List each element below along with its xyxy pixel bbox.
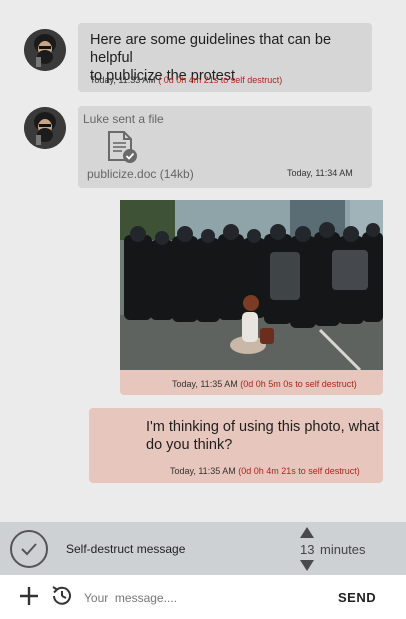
document-check-icon[interactable] [106,130,138,164]
file-message-bubble[interactable]: Luke sent a file publicize.doc (14kb) To… [78,106,372,188]
decrement-arrow-icon[interactable] [300,560,314,571]
destruct-countdown: ( 0d 0h 4m 21s to self destruct) [158,75,283,85]
timestamp: Today, 11:33 AM [90,75,156,85]
sender-line: Luke sent a file [83,112,164,126]
chat-thread: Here are some guidelines that can be hel… [0,0,406,522]
message-bubble-outgoing[interactable]: I'm thinking of using this photo, what d… [89,408,383,483]
timestamp: Today, 11:35 AM [170,466,236,476]
message-meta: Today, 11:33 AM ( 0d 0h 4m 21s to self d… [90,75,282,85]
file-name[interactable]: publicize.doc (14kb) [87,167,194,181]
destruct-countdown: (0d 0h 5m 0s to self destruct) [240,379,357,389]
message-text: I'm thinking of using this photo, what d… [146,419,380,453]
increment-arrow-icon[interactable] [300,527,314,538]
timestamp: Today, 11:35 AM [172,379,238,389]
destruct-countdown: (0d 0h 4m 21s to self destruct) [238,466,360,476]
self-destruct-label: Self-destruct message [66,542,186,556]
self-destruct-unit: minutes [320,542,366,557]
avatar[interactable] [24,29,66,71]
checkmark-circle-icon[interactable] [10,530,48,568]
protest-photo[interactable] [120,200,383,370]
message-bubble-incoming[interactable]: Here are some guidelines that can be hel… [78,23,372,92]
timestamp: Today, 11:34 AM [287,168,353,178]
message-meta: Today, 11:35 AM (0d 0h 4m 21s to self de… [170,466,360,476]
message-meta: Today, 11:35 AM (0d 0h 5m 0s to self des… [172,379,357,389]
photo-message-bubble[interactable]: Today, 11:35 AM (0d 0h 5m 0s to self des… [120,200,383,395]
send-button[interactable]: SEND [338,590,376,605]
clock-icon[interactable] [50,584,74,608]
plus-icon[interactable] [18,585,40,607]
self-destruct-value[interactable]: 13 [300,542,314,557]
avatar[interactable] [24,107,66,149]
message-input[interactable] [84,588,324,608]
